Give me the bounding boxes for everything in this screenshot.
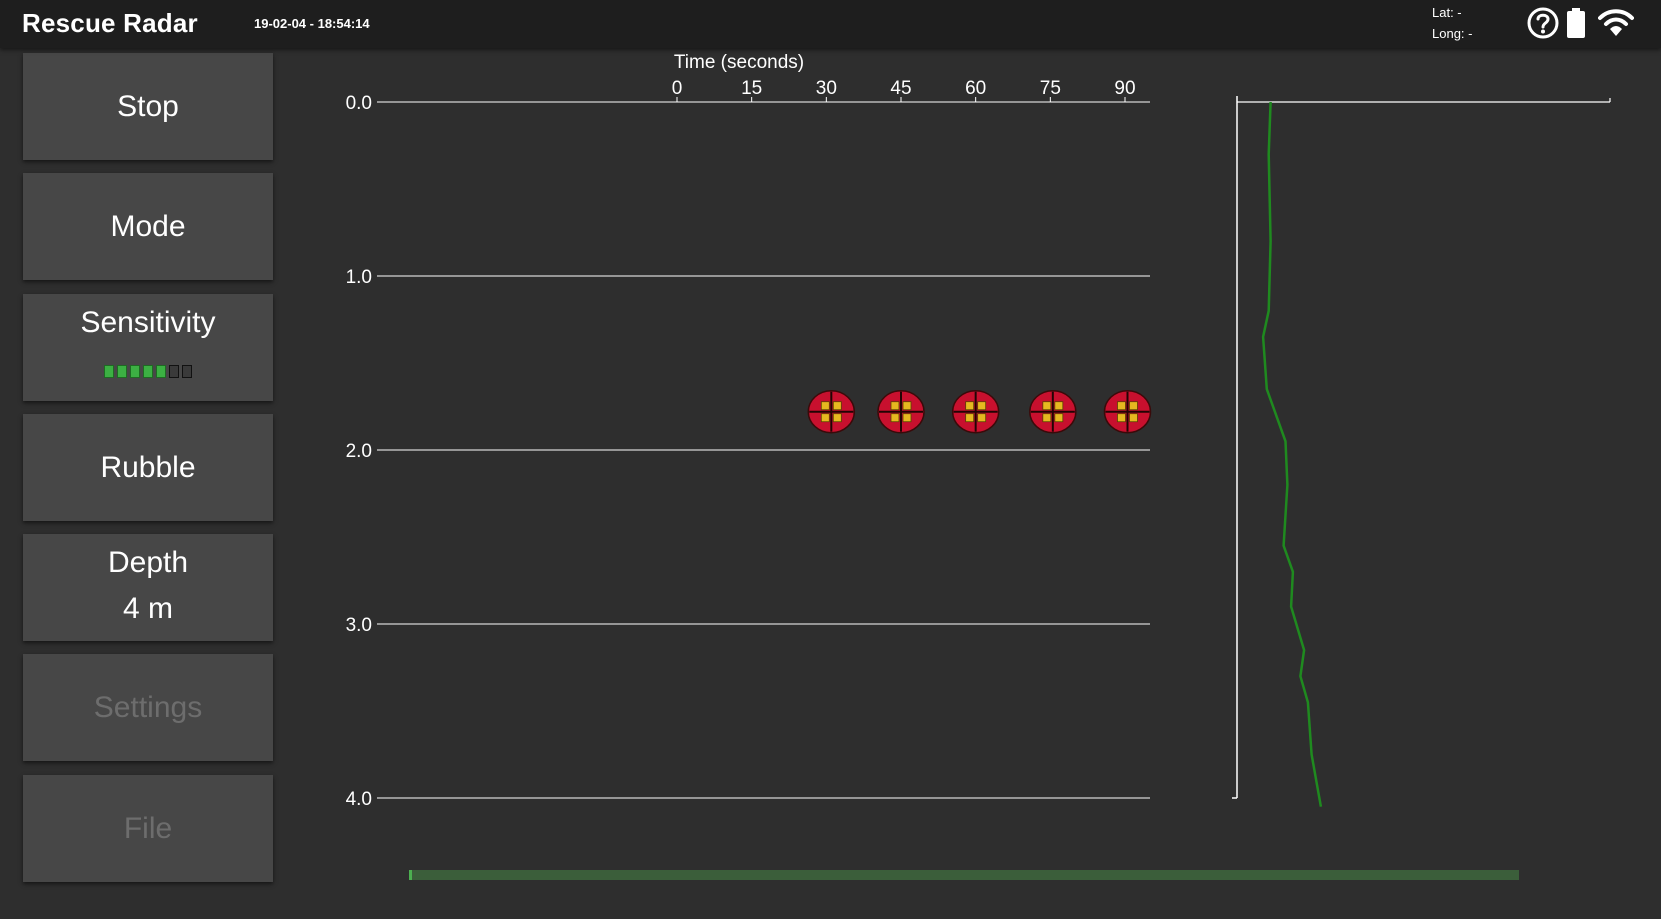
signal-line [1261,101,1323,807]
rubble-button-label: Rubble [100,450,196,484]
file-button-label: File [123,811,173,845]
app-title: Rescue Radar [22,8,198,38]
detection-marker [807,389,856,434]
y-tick-label: 0.0 [346,93,372,114]
x-tick-label: 30 [816,78,837,99]
gps-latitude: Lat: - [1432,5,1462,20]
signal-series [1261,101,1323,807]
settings-button-label: Settings [93,690,203,724]
y-tick-label: 1.0 [346,267,372,288]
sensitivity-segment [156,365,166,378]
sensitivity-segment [169,365,179,378]
stop-button-label: Stop [117,89,179,123]
rescue-radar-app: Rescue Radar 19-02-04 - 18:54:14 Lat: - … [0,0,1661,919]
scan-progress-bar [409,870,1519,880]
sensitivity-segment [143,365,153,378]
top-bar: Rescue Radar 19-02-04 - 18:54:14 Lat: - … [0,0,1661,48]
signal-profile-chart [1232,96,1611,807]
depth-value: 4 m [122,592,173,625]
detection-markers [807,389,1152,434]
mode-button[interactable]: Mode [23,173,273,280]
radar-depth-time-chart: Time (seconds) 0 15 30 45 60 75 90 0.0 1.0 2.0 3.… [346,52,1152,810]
detection-marker [951,389,1000,434]
sensitivity-button[interactable]: Sensitivity [23,294,273,401]
x-tick-label: 75 [1040,78,1061,99]
help-icon[interactable] [1526,6,1560,40]
wifi-icon [1598,9,1634,36]
x-tick-label: 45 [890,78,911,99]
detection-marker [1029,389,1077,434]
detection-marker [877,389,925,434]
depth-button-label: Depth [107,546,189,579]
y-tick-label: 2.0 [346,441,372,462]
y-tick-label: 3.0 [346,615,372,636]
depth-gridlines: 0.0 1.0 2.0 3.0 4.0 [346,93,1150,810]
x-tick-label: 0 [672,78,683,99]
x-tick-label: 90 [1114,78,1135,99]
stop-button[interactable]: Stop [23,53,273,160]
gps-longitude: Long: - [1432,26,1473,41]
battery-icon [1567,8,1585,38]
sensitivity-segment [130,365,140,378]
sensitivity-level-meter [23,365,273,378]
x-tick-label: 60 [965,78,986,99]
rubble-button[interactable]: Rubble [23,414,273,521]
mode-button-label: Mode [110,209,186,243]
sensitivity-segment [104,365,114,378]
y-tick-label: 4.0 [346,789,372,810]
datetime-display: 19-02-04 - 18:54:14 [254,16,370,31]
scan-progress-fill [409,870,412,880]
depth-button[interactable]: Depth 4 m [23,534,273,641]
x-tick-label: 15 [741,78,762,99]
file-button: File [23,775,273,882]
x-axis-ticks: 0 15 30 45 60 75 90 [672,78,1136,102]
signal-axes [1232,96,1611,799]
sensitivity-segment [182,365,192,378]
detection-marker [1103,389,1152,434]
settings-button: Settings [23,654,273,761]
sensitivity-button-label: Sensitivity [80,306,216,339]
sensitivity-segment [117,365,127,378]
x-axis-label: Time (seconds) [674,52,804,73]
